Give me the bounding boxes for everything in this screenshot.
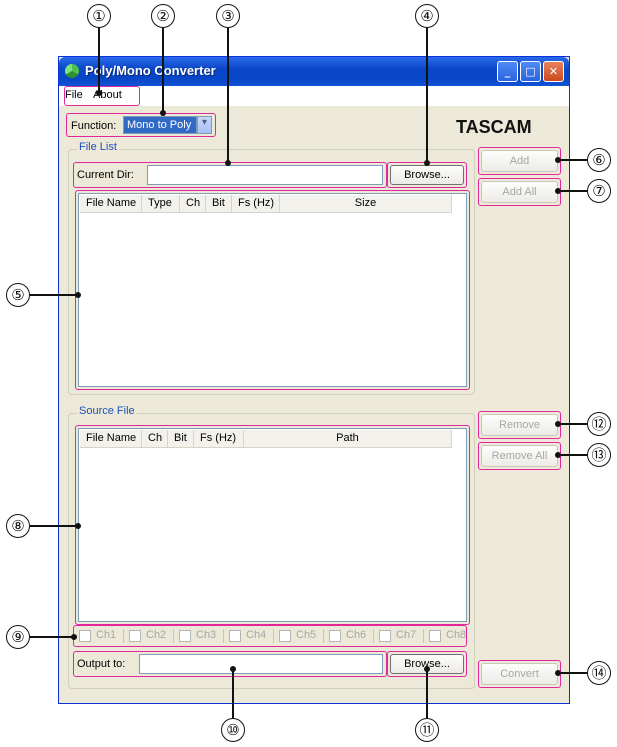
channels-highlight	[73, 625, 467, 647]
function-highlight	[66, 113, 216, 137]
maximize-button[interactable]: □	[520, 61, 541, 82]
callout-leader	[232, 669, 234, 718]
callout-leader	[558, 454, 587, 456]
callout-3: ③	[216, 4, 240, 28]
callout-6: ⑥	[587, 148, 611, 172]
window-title: Poly/Mono Converter	[85, 63, 216, 78]
tascam-logo: TASCAM	[456, 117, 532, 137]
add-all-highlight	[478, 178, 561, 206]
callout-dot	[96, 90, 102, 96]
callout-leader	[98, 28, 100, 93]
minimize-button[interactable]: _	[497, 61, 518, 82]
callout-dot	[75, 523, 81, 529]
callout-leader	[558, 672, 587, 674]
callout-dot	[230, 666, 236, 672]
convert-highlight	[478, 660, 561, 688]
callout-dot	[555, 452, 561, 458]
callout-leader	[162, 28, 164, 112]
callout-dot	[225, 160, 231, 166]
callout-dot	[75, 292, 81, 298]
callout-13: ⑬	[587, 443, 611, 467]
callout-dot	[424, 666, 430, 672]
callout-leader	[30, 294, 78, 296]
callout-dot	[424, 160, 430, 166]
callout-leader	[558, 190, 587, 192]
callout-10: ⑩	[221, 718, 245, 742]
menu-highlight	[64, 86, 140, 106]
callout-2: ②	[151, 4, 175, 28]
callout-11: ⑪	[415, 718, 439, 742]
callout-1: ①	[87, 4, 111, 28]
current-dir-highlight	[73, 162, 387, 188]
app-icon	[65, 64, 79, 78]
callout-5: ⑤	[6, 283, 30, 307]
callout-9: ⑨	[6, 625, 30, 649]
callout-8: ⑧	[6, 514, 30, 538]
file-list-title: File List	[77, 141, 119, 153]
file-list-highlight	[75, 190, 470, 390]
output-highlight	[73, 651, 387, 677]
remove-all-highlight	[478, 442, 561, 470]
callout-leader	[30, 636, 74, 638]
source-file-highlight	[75, 425, 470, 625]
remove-highlight	[478, 411, 561, 439]
source-file-title: Source File	[77, 405, 137, 417]
callout-leader	[426, 669, 428, 718]
app-window: Poly/Mono Converter _ □ ✕ File About TAS…	[58, 56, 570, 704]
callout-dot	[555, 670, 561, 676]
callout-dot	[71, 634, 77, 640]
callout-14: ⑭	[587, 661, 611, 685]
callout-7: ⑦	[587, 179, 611, 203]
callout-leader	[558, 423, 587, 425]
callout-dot	[555, 188, 561, 194]
title-bar[interactable]: Poly/Mono Converter _ □ ✕	[59, 57, 569, 86]
callout-leader	[227, 28, 229, 163]
callout-dot	[555, 421, 561, 427]
callout-dot	[555, 157, 561, 163]
callout-dot	[160, 110, 166, 116]
callout-12: ⑫	[587, 412, 611, 436]
add-highlight	[478, 147, 561, 175]
callout-leader	[30, 525, 78, 527]
callout-4: ④	[415, 4, 439, 28]
callout-leader	[426, 28, 428, 163]
callout-leader	[558, 159, 587, 161]
close-button[interactable]: ✕	[543, 61, 564, 82]
